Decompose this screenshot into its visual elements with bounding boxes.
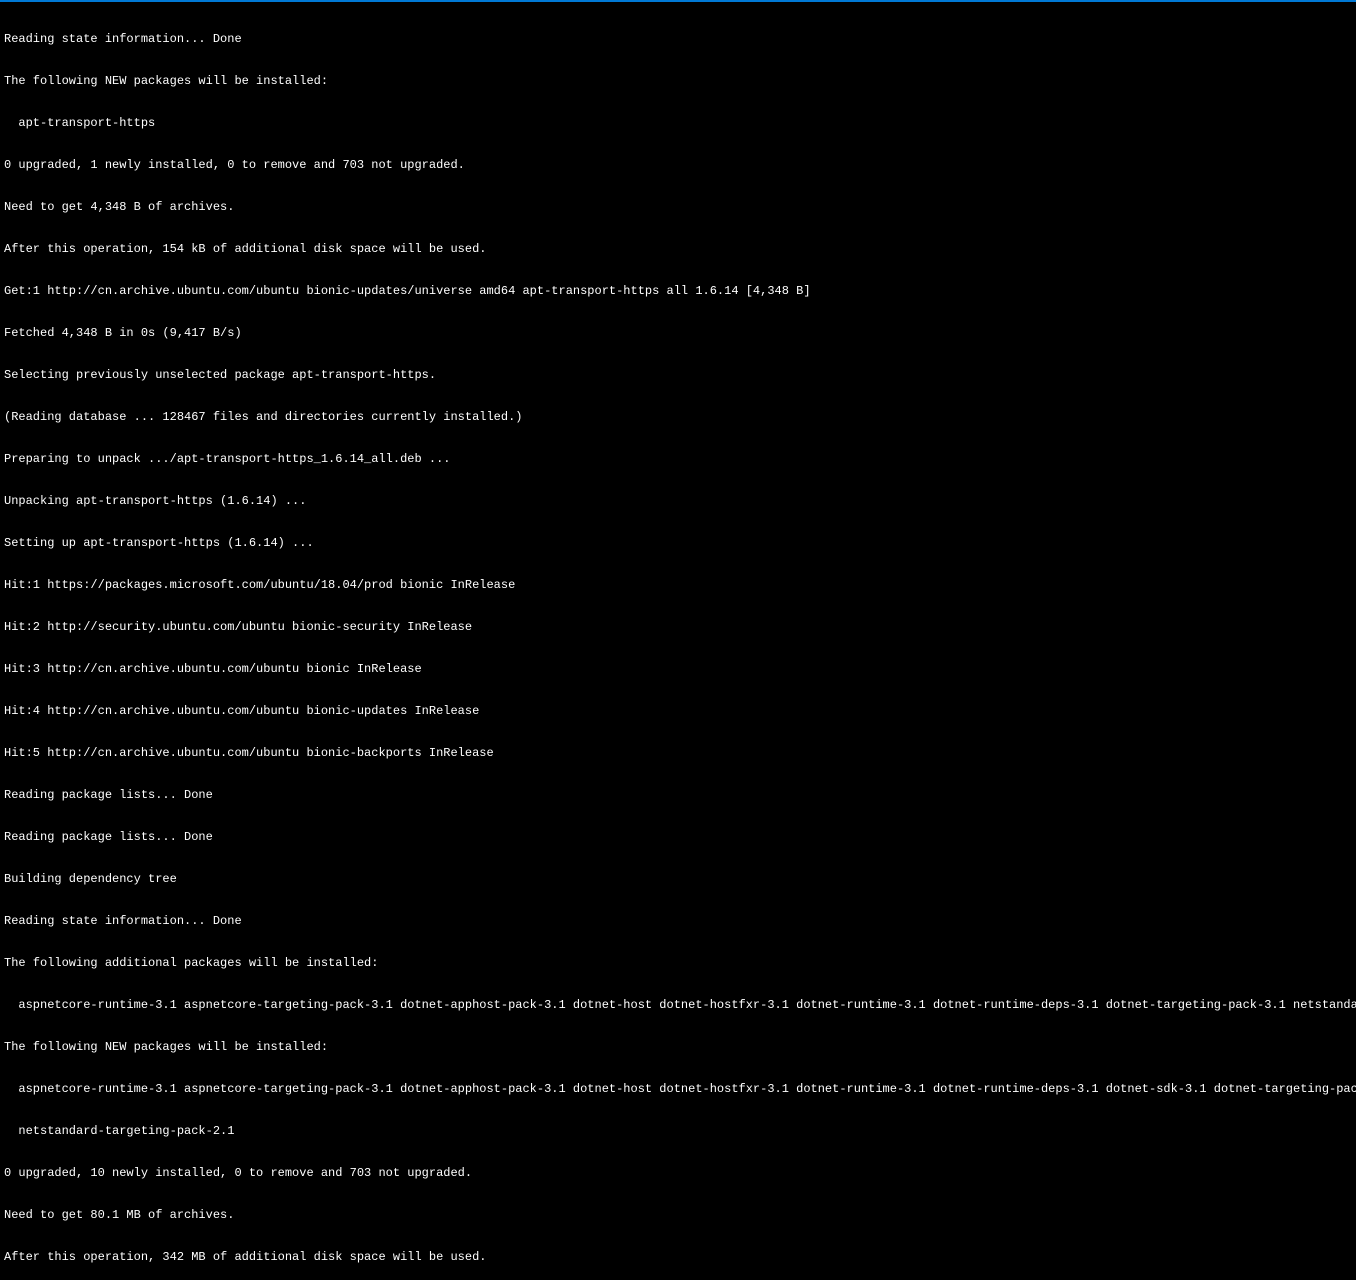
terminal-line: Reading package lists... Done [4, 788, 1352, 802]
terminal-line: Reading state information... Done [4, 32, 1352, 46]
terminal-line: netstandard-targeting-pack-2.1 [4, 1124, 1352, 1138]
terminal-line: aspnetcore-runtime-3.1 aspnetcore-target… [4, 998, 1352, 1012]
terminal-output[interactable]: Reading state information... Done The fo… [0, 2, 1356, 1280]
terminal-line: Get:1 http://cn.archive.ubuntu.com/ubunt… [4, 284, 1352, 298]
terminal-line: Hit:4 http://cn.archive.ubuntu.com/ubunt… [4, 704, 1352, 718]
terminal-line: Hit:1 https://packages.microsoft.com/ubu… [4, 578, 1352, 592]
terminal-line: Setting up apt-transport-https (1.6.14) … [4, 536, 1352, 550]
terminal-line: Fetched 4,348 B in 0s (9,417 B/s) [4, 326, 1352, 340]
terminal-line: Reading state information... Done [4, 914, 1352, 928]
terminal-line: Building dependency tree [4, 872, 1352, 886]
terminal-line: 0 upgraded, 1 newly installed, 0 to remo… [4, 158, 1352, 172]
terminal-line: Hit:3 http://cn.archive.ubuntu.com/ubunt… [4, 662, 1352, 676]
terminal-line: Unpacking apt-transport-https (1.6.14) .… [4, 494, 1352, 508]
terminal-line: The following additional packages will b… [4, 956, 1352, 970]
terminal-line: The following NEW packages will be insta… [4, 74, 1352, 88]
terminal-line: After this operation, 342 MB of addition… [4, 1250, 1352, 1264]
terminal-line: Preparing to unpack .../apt-transport-ht… [4, 452, 1352, 466]
terminal-line: The following NEW packages will be insta… [4, 1040, 1352, 1054]
terminal-line: aspnetcore-runtime-3.1 aspnetcore-target… [4, 1082, 1352, 1096]
terminal-line: Reading package lists... Done [4, 830, 1352, 844]
terminal-line: Hit:2 http://security.ubuntu.com/ubuntu … [4, 620, 1352, 634]
terminal-line: Need to get 80.1 MB of archives. [4, 1208, 1352, 1222]
terminal-line: (Reading database ... 128467 files and d… [4, 410, 1352, 424]
terminal-line: Selecting previously unselected package … [4, 368, 1352, 382]
terminal-line: 0 upgraded, 10 newly installed, 0 to rem… [4, 1166, 1352, 1180]
terminal-line: Hit:5 http://cn.archive.ubuntu.com/ubunt… [4, 746, 1352, 760]
terminal-line: apt-transport-https [4, 116, 1352, 130]
terminal-line: Need to get 4,348 B of archives. [4, 200, 1352, 214]
terminal-line: After this operation, 154 kB of addition… [4, 242, 1352, 256]
